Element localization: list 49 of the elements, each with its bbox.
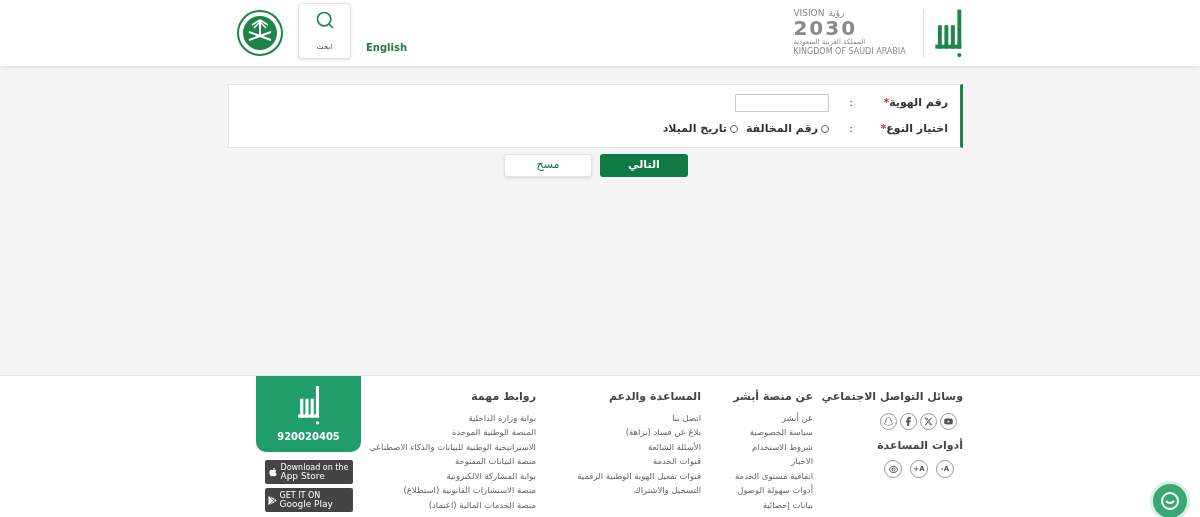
field-label: رقم الهوية*	[882, 94, 948, 111]
store-badge[interactable]: Download on the App Store	[264, 460, 353, 484]
vision-arabic-word: رؤية	[828, 9, 845, 19]
emblem-logo	[237, 10, 283, 56]
vision-country-english: KINGDOM OF SAUDI ARABIA	[793, 46, 906, 57]
footer-link[interactable]: قنوات تفعيل الهوية الوطنية الرقمية	[577, 468, 701, 484]
footer-link[interactable]: بلاغ عن فساد (نزاهة)	[625, 425, 701, 440]
footer-link[interactable]: بيانات إحصائية	[762, 498, 813, 513]
footer-heading: وسائل التواصل الاجتماعي	[821, 389, 963, 405]
footer-link[interactable]: بوابة وزارة الداخلية	[468, 410, 536, 426]
footer-link[interactable]: الأسئلة الشائعة	[647, 439, 701, 455]
footer-link[interactable]: الاستراتيجية الوطنية للبيانات والذكاء الاصطناعي	[368, 439, 536, 455]
next-button[interactable]: التالي	[600, 154, 688, 177]
clear-button[interactable]: مسح	[504, 154, 592, 177]
footer-link[interactable]: اتفاقية مستوى الخدمة	[735, 468, 813, 484]
search-icon	[314, 10, 335, 30]
id-number-input[interactable]	[735, 94, 829, 112]
absher-logo	[296, 384, 321, 426]
footer-heading: أدوات المساعدة	[877, 437, 963, 454]
apple-icon	[267, 467, 278, 477]
language-link[interactable]: English	[366, 40, 408, 55]
play-icon	[267, 495, 277, 505]
footer-link[interactable]: بوابة المشاركة الالكترونية	[446, 468, 536, 484]
vision-year: 2030	[793, 18, 858, 39]
footer-link[interactable]: شروط الاستخدام	[752, 439, 813, 455]
separator-colon: :	[848, 120, 853, 137]
footer-link[interactable]: سياسة الخصوصية	[749, 425, 813, 440]
footer-link[interactable]: عن أبشر	[781, 410, 813, 426]
footer-link[interactable]: منصة البيانات المفتوحة	[455, 454, 536, 469]
footer-heading: عن منصة أبشر	[733, 389, 813, 405]
footer-heading: روابط مهمة	[471, 389, 536, 405]
footer-link[interactable]: منصة الخدمات المالية (اعتماد)	[428, 498, 536, 513]
type-radio[interactable]: رقم المخالفة	[745, 120, 829, 138]
footer-link[interactable]: اتصل بنا	[672, 410, 701, 426]
field-label: اختيار النوع*	[879, 120, 948, 137]
footer-link[interactable]: التسجيل والاشتراك	[633, 483, 701, 499]
footer-link[interactable]: المنصة الوطنية الموحدة	[452, 425, 536, 440]
footer-heading: المساعدة والدعم	[608, 389, 701, 405]
smiley-icon	[1160, 491, 1180, 511]
phone-number: 920020405	[277, 430, 340, 444]
absher-logo	[934, 7, 963, 59]
footer-link[interactable]: منصة الاستشارات القانونية (استطلاع)	[403, 483, 536, 499]
vision-word: VISION	[793, 9, 825, 19]
footer-link[interactable]: قنوات الخدمة	[652, 454, 701, 469]
footer-link[interactable]: الاخبار	[791, 454, 813, 469]
separator-colon: :	[848, 94, 853, 111]
type-radio[interactable]: تاريخ الميلاد	[662, 120, 738, 138]
footer-link[interactable]: أدوات سهولة الوصول	[737, 483, 813, 499]
store-badge[interactable]: GET IT ON Google Play	[264, 488, 353, 512]
